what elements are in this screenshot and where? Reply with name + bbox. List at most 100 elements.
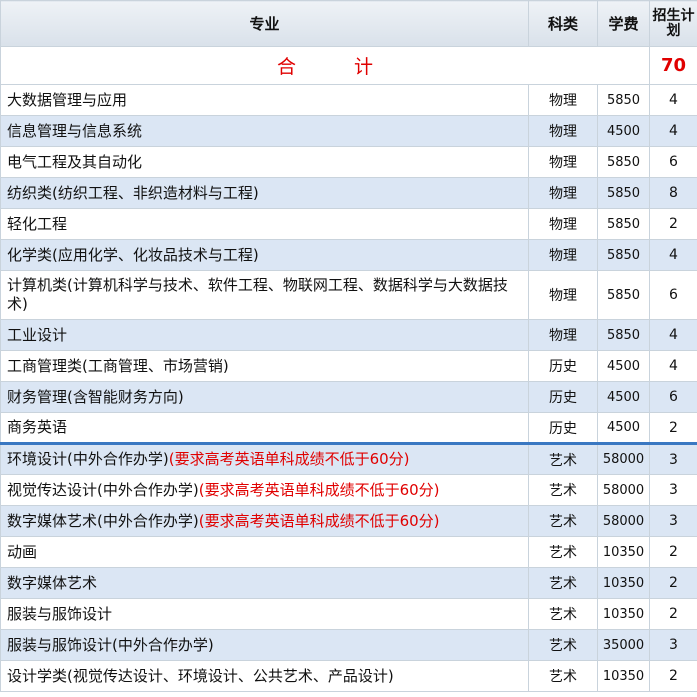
major-cell: 工业设计 [0, 319, 529, 351]
table-row: 工业设计 物理 5850 4 [0, 319, 697, 351]
category-cell: 物理 [528, 115, 598, 147]
plan-cell: 2 [649, 660, 697, 692]
category-cell: 历史 [528, 381, 598, 413]
table-row: 纺织类(纺织工程、非织造材料与工程) 物理 5850 8 [0, 177, 697, 209]
category-cell: 物理 [528, 319, 598, 351]
plan-cell: 4 [649, 350, 697, 382]
fee-cell: 10350 [597, 567, 650, 599]
major-cell: 数字媒体艺术 [0, 567, 529, 599]
plan-cell: 2 [649, 567, 697, 599]
fee-cell: 5850 [597, 319, 650, 351]
major-note: (要求高考英语单科成绩不低于60分) [198, 480, 440, 499]
major-cell: 商务英语 [0, 412, 529, 445]
category-cell: 艺术 [528, 505, 598, 537]
plan-cell: 2 [649, 208, 697, 240]
category-cell: 艺术 [528, 629, 598, 661]
fee-cell: 58000 [597, 474, 650, 506]
major-name: 大数据管理与应用 [7, 90, 128, 109]
fee-cell: 58000 [597, 505, 650, 537]
category-cell: 艺术 [528, 474, 598, 506]
table-row: 轻化工程 物理 5850 2 [0, 208, 697, 240]
plan-cell: 4 [649, 84, 697, 116]
major-cell: 动画 [0, 536, 529, 568]
category-cell: 艺术 [528, 443, 598, 475]
major-cell: 电气工程及其自动化 [0, 146, 529, 178]
table-row: 商务英语 历史 4500 2 [0, 412, 697, 445]
fee-cell: 4500 [597, 412, 650, 445]
total-label: 合计 [0, 46, 650, 85]
table-row: 服装与服饰设计 艺术 10350 2 [0, 598, 697, 630]
major-name: 电气工程及其自动化 [7, 152, 143, 171]
major-name: 环境设计(中外合作办学) [7, 450, 169, 468]
major-name: 服装与服饰设计(中外合作办学) [7, 635, 214, 654]
major-note: (要求高考英语单科成绩不低于60分) [168, 450, 410, 468]
major-cell: 数字媒体艺术(中外合作办学)(要求高考英语单科成绩不低于60分) [0, 505, 529, 537]
fee-cell: 5850 [597, 208, 650, 240]
plan-cell: 3 [649, 443, 697, 475]
fee-cell: 5850 [597, 146, 650, 178]
major-cell: 化学类(应用化学、化妆品技术与工程) [0, 239, 529, 271]
major-name: 设计学类(视觉传达设计、环境设计、公共艺术、产品设计) [7, 666, 394, 685]
header-major: 专业 [0, 0, 529, 47]
table-row: 数字媒体艺术 艺术 10350 2 [0, 567, 697, 599]
category-cell: 物理 [528, 84, 598, 116]
table-row: 视觉传达设计(中外合作办学)(要求高考英语单科成绩不低于60分) 艺术 58000 3 [0, 474, 697, 506]
fee-cell: 35000 [597, 629, 650, 661]
fee-cell: 4500 [597, 115, 650, 147]
fee-cell: 10350 [597, 536, 650, 568]
plan-cell: 2 [649, 598, 697, 630]
major-name: 轻化工程 [7, 214, 68, 233]
table-row: 动画 艺术 10350 2 [0, 536, 697, 568]
category-cell: 物理 [528, 177, 598, 209]
table-row: 财务管理(含智能财务方向) 历史 4500 6 [0, 381, 697, 413]
table-row: 服装与服饰设计(中外合作办学) 艺术 35000 3 [0, 629, 697, 661]
table-row: 化学类(应用化学、化妆品技术与工程) 物理 5850 4 [0, 239, 697, 271]
category-cell: 物理 [528, 270, 598, 320]
major-name: 纺织类(纺织工程、非织造材料与工程) [7, 183, 259, 202]
category-cell: 物理 [528, 239, 598, 271]
category-cell: 物理 [528, 146, 598, 178]
fee-cell: 10350 [597, 598, 650, 630]
plan-cell: 4 [649, 239, 697, 271]
major-cell: 信息管理与信息系统 [0, 115, 529, 147]
major-cell: 大数据管理与应用 [0, 84, 529, 116]
major-name: 数字媒体艺术 [7, 573, 98, 592]
header-fee: 学费 [597, 0, 650, 47]
plan-cell: 2 [649, 412, 697, 445]
plan-cell: 2 [649, 536, 697, 568]
table-row: 环境设计(中外合作办学)(要求高考英语单科成绩不低于60分) 艺术 58000 3 [0, 443, 697, 475]
category-cell: 艺术 [528, 567, 598, 599]
header-category: 科类 [528, 0, 598, 47]
fee-cell: 5850 [597, 239, 650, 271]
major-name: 化学类(应用化学、化妆品技术与工程) [7, 245, 259, 264]
table-row: 大数据管理与应用 物理 5850 4 [0, 84, 697, 116]
table-row: 电气工程及其自动化 物理 5850 6 [0, 146, 697, 178]
table-row: 计算机类(计算机科学与技术、软件工程、物联网工程、数据科学与大数据技术) 物理 58… [0, 270, 697, 320]
fee-cell: 4500 [597, 381, 650, 413]
total-row: 合计 70 [0, 46, 697, 85]
plan-cell: 6 [649, 381, 697, 413]
major-name: 计算机类(计算机科学与技术、软件工程、物联网工程、数据科学与大数据技术) [7, 276, 508, 313]
category-cell: 艺术 [528, 598, 598, 630]
plan-cell: 6 [649, 146, 697, 178]
plan-cell: 4 [649, 319, 697, 351]
category-cell: 物理 [528, 208, 598, 240]
major-name: 商务英语 [7, 418, 68, 436]
major-name: 服装与服饰设计 [7, 604, 113, 623]
table-row: 信息管理与信息系统 物理 4500 4 [0, 115, 697, 147]
major-cell: 视觉传达设计(中外合作办学)(要求高考英语单科成绩不低于60分) [0, 474, 529, 506]
table-row: 设计学类(视觉传达设计、环境设计、公共艺术、产品设计) 艺术 10350 2 [0, 660, 697, 692]
major-cell: 服装与服饰设计 [0, 598, 529, 630]
major-cell: 财务管理(含智能财务方向) [0, 381, 529, 413]
table-row: 数字媒体艺术(中外合作办学)(要求高考英语单科成绩不低于60分) 艺术 58000 3 [0, 505, 697, 537]
major-note: (要求高考英语单科成绩不低于60分) [198, 511, 440, 530]
header-plan: 招生计划 [649, 0, 697, 47]
table-row: 工商管理类(工商管理、市场营销) 历史 4500 4 [0, 350, 697, 382]
major-cell: 环境设计(中外合作办学)(要求高考英语单科成绩不低于60分) [0, 443, 529, 475]
category-cell: 艺术 [528, 536, 598, 568]
total-plan: 70 [649, 46, 697, 85]
plan-cell: 3 [649, 629, 697, 661]
fee-cell: 5850 [597, 177, 650, 209]
category-cell: 艺术 [528, 660, 598, 692]
major-cell: 计算机类(计算机科学与技术、软件工程、物联网工程、数据科学与大数据技术) [0, 270, 529, 320]
